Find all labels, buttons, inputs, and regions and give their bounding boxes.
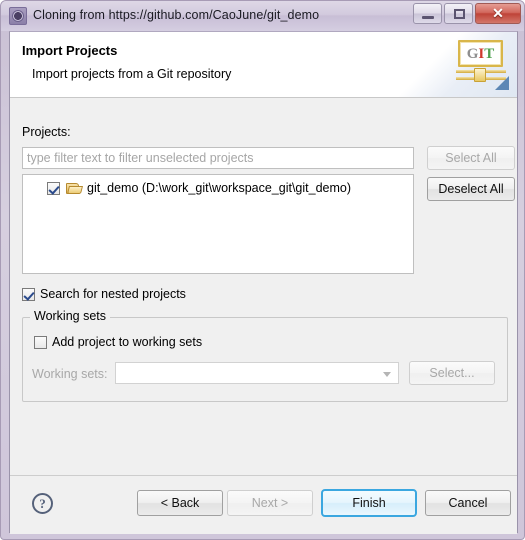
- page-subtitle: Import projects from a Git repository: [32, 67, 232, 81]
- dialog-window: Cloning from https://github.com/CaoJune/…: [0, 0, 525, 540]
- project-name: git_demo (D:\work_git\workspace_git\git_…: [87, 181, 352, 195]
- window-title: Cloning from https://github.com/CaoJune/…: [33, 8, 320, 22]
- git-clone-icon: [9, 7, 27, 25]
- chevron-down-icon: [383, 372, 391, 377]
- finish-button[interactable]: Finish: [321, 489, 417, 517]
- minimize-icon: [422, 16, 434, 19]
- minimize-button[interactable]: [413, 3, 442, 24]
- git-logo-knob: [474, 68, 486, 82]
- close-button[interactable]: ✕: [475, 3, 521, 24]
- gear-glyph: [12, 10, 24, 22]
- git-logo-text: GIT: [460, 45, 501, 63]
- cancel-button[interactable]: Cancel: [425, 490, 511, 516]
- wizard-body: Projects: Select All Deselect All git_de…: [10, 98, 517, 475]
- working-sets-combobox[interactable]: [115, 362, 399, 384]
- search-nested-projects-row[interactable]: Search for nested projects: [22, 287, 186, 301]
- search-nested-projects-label: Search for nested projects: [40, 287, 186, 301]
- git-logo-letter-t: T: [484, 46, 495, 62]
- project-checkbox[interactable]: [47, 181, 60, 195]
- git-logo-icon: GIT: [455, 40, 509, 90]
- working-sets-group-title: Working sets: [30, 309, 111, 323]
- add-project-to-working-sets-label: Add project to working sets: [52, 335, 203, 349]
- project-filter-input[interactable]: [22, 147, 414, 169]
- close-icon: ✕: [492, 5, 504, 21]
- page-title: Import Projects: [22, 43, 118, 58]
- working-sets-label: Working sets:: [32, 367, 108, 381]
- projects-label: Projects:: [22, 125, 71, 139]
- help-icon[interactable]: ?: [32, 493, 53, 514]
- back-button[interactable]: < Back: [137, 490, 223, 516]
- list-item[interactable]: git_demo (D:\work_git\workspace_git\git_…: [47, 179, 351, 197]
- working-sets-select-button[interactable]: Select...: [409, 361, 495, 385]
- open-folder-icon: [66, 182, 83, 195]
- add-project-to-working-sets-row[interactable]: Add project to working sets: [34, 335, 202, 349]
- folder-front: [67, 185, 83, 194]
- next-button[interactable]: Next >: [227, 490, 313, 516]
- git-logo-plate: GIT: [458, 40, 503, 67]
- search-nested-projects-checkbox[interactable]: [22, 287, 35, 301]
- projects-list[interactable]: git_demo (D:\work_git\workspace_git\git_…: [22, 174, 414, 274]
- git-logo-triangle: [495, 76, 509, 90]
- dialog-footer: ? < Back Next > Finish Cancel: [10, 475, 517, 534]
- git-logo-letter-g: G: [466, 46, 479, 62]
- title-bar[interactable]: Cloning from https://github.com/CaoJune/…: [1, 1, 524, 31]
- deselect-all-button[interactable]: Deselect All: [427, 177, 515, 201]
- working-sets-group: [22, 317, 508, 402]
- dialog-client-area: Import Projects Import projects from a G…: [9, 31, 518, 534]
- maximize-icon: [454, 9, 465, 19]
- wizard-header: Import Projects Import projects from a G…: [10, 32, 517, 98]
- maximize-button[interactable]: [444, 3, 473, 24]
- add-project-to-working-sets-checkbox[interactable]: [34, 335, 47, 349]
- select-all-button[interactable]: Select All: [427, 146, 515, 170]
- window-controls: ✕: [413, 3, 521, 25]
